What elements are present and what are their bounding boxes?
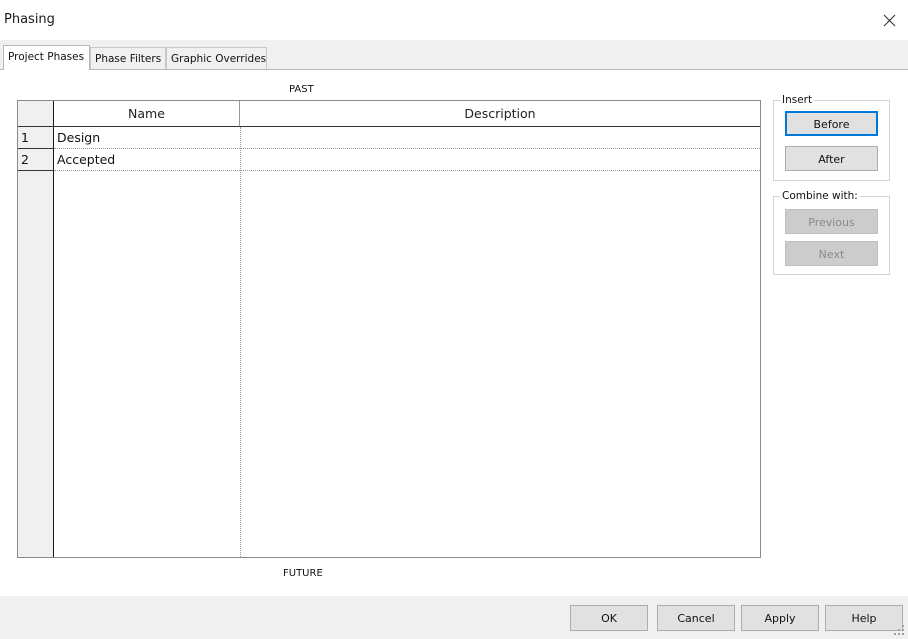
table-row[interactable]: 2 Accepted xyxy=(18,149,760,171)
phase-name-cell[interactable]: Design xyxy=(54,127,240,149)
combine-group-label: Combine with: xyxy=(782,190,858,202)
close-button[interactable] xyxy=(876,9,902,31)
phase-description-cell[interactable] xyxy=(240,149,760,171)
table-row[interactable]: 1 Design xyxy=(18,127,760,149)
close-icon xyxy=(883,14,895,26)
insert-before-button[interactable]: Before xyxy=(785,111,878,136)
phase-description-cell[interactable] xyxy=(240,127,760,149)
grid-corner xyxy=(18,101,54,127)
row-number[interactable]: 1 xyxy=(18,127,54,149)
insert-group-label: Insert xyxy=(782,94,813,106)
column-divider xyxy=(240,127,241,557)
ok-button[interactable]: OK xyxy=(570,605,648,631)
tab-phase-filters[interactable]: Phase Filters xyxy=(90,47,166,69)
column-header-description[interactable]: Description xyxy=(240,101,760,127)
title-bar: Phasing xyxy=(0,0,908,40)
apply-button[interactable]: Apply xyxy=(741,605,819,631)
phase-name-cell[interactable]: Accepted xyxy=(54,149,240,171)
phases-grid: Name Description 1 Design 2 Accepted xyxy=(17,100,761,558)
combine-next-button[interactable]: Next xyxy=(785,241,878,266)
resize-grip-icon[interactable] xyxy=(893,624,905,636)
insert-after-button[interactable]: After xyxy=(785,146,878,171)
combine-previous-button[interactable]: Previous xyxy=(785,209,878,234)
help-button[interactable]: Help xyxy=(825,605,903,631)
tab-graphic-overrides[interactable]: Graphic Overrides xyxy=(166,47,267,69)
window-title: Phasing xyxy=(4,12,55,27)
column-header-name[interactable]: Name xyxy=(54,101,240,127)
past-label: PAST xyxy=(289,84,314,95)
future-label: FUTURE xyxy=(283,568,323,579)
tab-project-phases[interactable]: Project Phases xyxy=(3,45,90,70)
cancel-button[interactable]: Cancel xyxy=(657,605,735,631)
row-number[interactable]: 2 xyxy=(18,149,54,171)
